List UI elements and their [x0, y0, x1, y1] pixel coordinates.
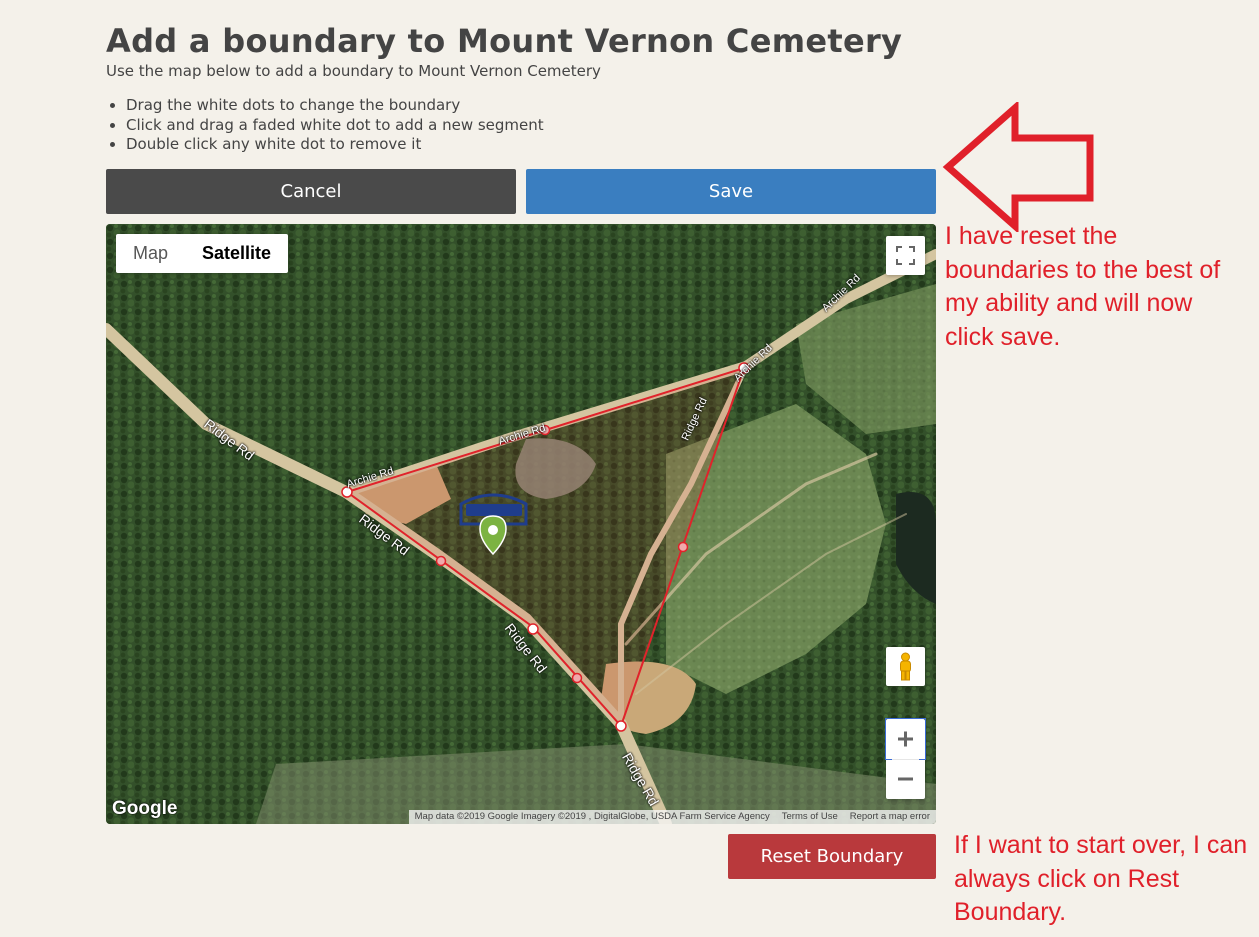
plus-icon [898, 731, 913, 747]
annotation-reset-note: If I want to start over, I can always cl… [954, 831, 1248, 926]
map-type-satellite-button[interactable]: Satellite [185, 234, 288, 273]
pegman-icon [900, 652, 911, 681]
satellite-imagery [106, 224, 936, 824]
map-type-map-button[interactable]: Map [116, 234, 185, 273]
page-title: Add a boundary to Mount Vernon Cemetery [106, 22, 903, 60]
cancel-button[interactable]: Cancel [106, 169, 516, 214]
zoom-out-button[interactable] [886, 759, 925, 799]
fullscreen-icon [896, 246, 915, 265]
annotation-save-note: I have reset the boundaries to the best … [945, 222, 1221, 351]
instruction-item: Drag the white dots to change the bounda… [126, 96, 544, 116]
fullscreen-button[interactable] [886, 236, 925, 275]
street-view-button[interactable] [886, 647, 925, 686]
reset-boundary-button[interactable]: Reset Boundary [728, 834, 936, 879]
map-attribution: Map data ©2019 Google Imagery ©2019 , Di… [408, 810, 936, 824]
page-subtitle: Use the map below to add a boundary to M… [106, 62, 601, 80]
minus-icon [898, 777, 913, 781]
map-data-credit: Map data ©2019 Google Imagery ©2019 , Di… [414, 811, 770, 822]
save-button[interactable]: Save [526, 169, 936, 214]
map-type-control: Map Satellite [116, 234, 289, 273]
instruction-item: Double click any white dot to remove it [126, 135, 544, 155]
instructions-list: Drag the white dots to change the bounda… [106, 96, 544, 155]
red-arrow-icon [942, 102, 1094, 232]
zoom-in-button[interactable] [885, 718, 926, 760]
google-logo: Google [112, 798, 178, 819]
satellite-map[interactable]: Ridge Rd Ridge Rd Ridge Rd Ridge Rd Ridg… [106, 224, 936, 824]
terms-of-use-link[interactable]: Terms of Use [782, 810, 838, 824]
instruction-item: Click and drag a faded white dot to add … [126, 116, 544, 136]
zoom-control [885, 718, 926, 799]
report-map-error-link[interactable]: Report a map error [850, 810, 930, 824]
